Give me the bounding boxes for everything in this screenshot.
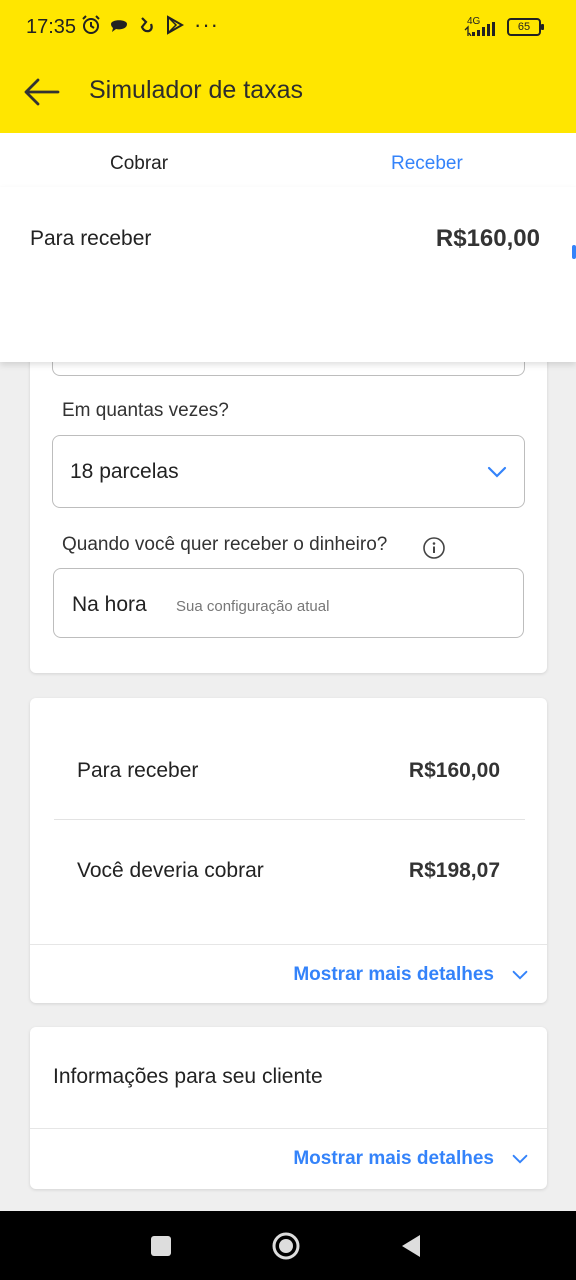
charge-value: R$198,07 bbox=[408, 859, 500, 882]
receive-time-hint: Sua configuração atual bbox=[176, 598, 330, 615]
tab-receber[interactable]: Receber bbox=[391, 153, 463, 175]
receive-label: Para receber bbox=[77, 759, 199, 782]
play-store-icon bbox=[167, 15, 185, 35]
chevron-down-icon[interactable] bbox=[512, 970, 528, 980]
signal-icon bbox=[464, 22, 495, 36]
divider bbox=[54, 819, 525, 820]
status-bar: 17:35 ··· 4G 65 bbox=[0, 0, 576, 56]
show-more-details-link[interactable]: Mostrar mais detalhes bbox=[293, 964, 494, 986]
sticky-receive-label: Para receber bbox=[30, 227, 152, 250]
divider bbox=[30, 1128, 547, 1129]
installments-select[interactable]: 18 parcelas bbox=[52, 435, 525, 508]
divider bbox=[30, 944, 547, 945]
receive-time-label: Quando você quer receber o dinheiro? bbox=[62, 534, 388, 555]
app-header: 17:35 ··· 4G 65 Simulador de taxas bbox=[0, 0, 576, 133]
page-title: Simulador de taxas bbox=[89, 76, 304, 104]
result-summary-card: Para receber R$160,00 Você deveria cobra… bbox=[30, 698, 547, 1003]
chevron-down-icon[interactable] bbox=[512, 1154, 528, 1164]
system-navigation-bar bbox=[0, 1211, 576, 1280]
info-icon[interactable] bbox=[422, 536, 446, 560]
tab-bar: Cobrar Receber bbox=[0, 133, 576, 193]
receive-value: R$160,00 bbox=[408, 759, 500, 782]
chat-bubble-icon bbox=[111, 20, 127, 32]
charge-label: Você deveria cobrar bbox=[77, 859, 264, 882]
home-icon[interactable] bbox=[271, 1231, 301, 1261]
back-nav-icon[interactable] bbox=[396, 1231, 426, 1261]
scroll-edge-indicator bbox=[572, 245, 576, 259]
recent-apps-icon[interactable] bbox=[146, 1231, 176, 1261]
tab-cobrar[interactable]: Cobrar bbox=[110, 153, 168, 175]
back-arrow-icon[interactable] bbox=[22, 76, 60, 108]
sticky-receive-value: R$160,00 bbox=[435, 225, 540, 252]
sticky-summary: Para receber R$160,00 bbox=[0, 187, 576, 362]
more-notifications-icon: ··· bbox=[194, 12, 219, 37]
simulation-form-card: Em quantas vezes? 18 parcelas Quando voc… bbox=[30, 340, 547, 673]
installments-value: 18 parcelas bbox=[70, 460, 179, 483]
status-time: 17:35 bbox=[26, 16, 77, 38]
alarm-icon bbox=[82, 15, 100, 34]
receive-time-field[interactable]: Na hora Sua configuração atual bbox=[53, 568, 524, 638]
client-info-title: Informações para seu cliente bbox=[53, 1065, 323, 1088]
chevron-down-icon bbox=[487, 466, 507, 478]
show-more-details-link[interactable]: Mostrar mais detalhes bbox=[293, 1148, 494, 1170]
app-notification-icon bbox=[140, 17, 153, 33]
installments-label: Em quantas vezes? bbox=[62, 400, 229, 421]
client-info-card: Informações para seu cliente Mostrar mai… bbox=[30, 1027, 547, 1189]
receive-time-value: Na hora bbox=[72, 593, 147, 616]
battery-indicator: 65 bbox=[507, 18, 544, 36]
